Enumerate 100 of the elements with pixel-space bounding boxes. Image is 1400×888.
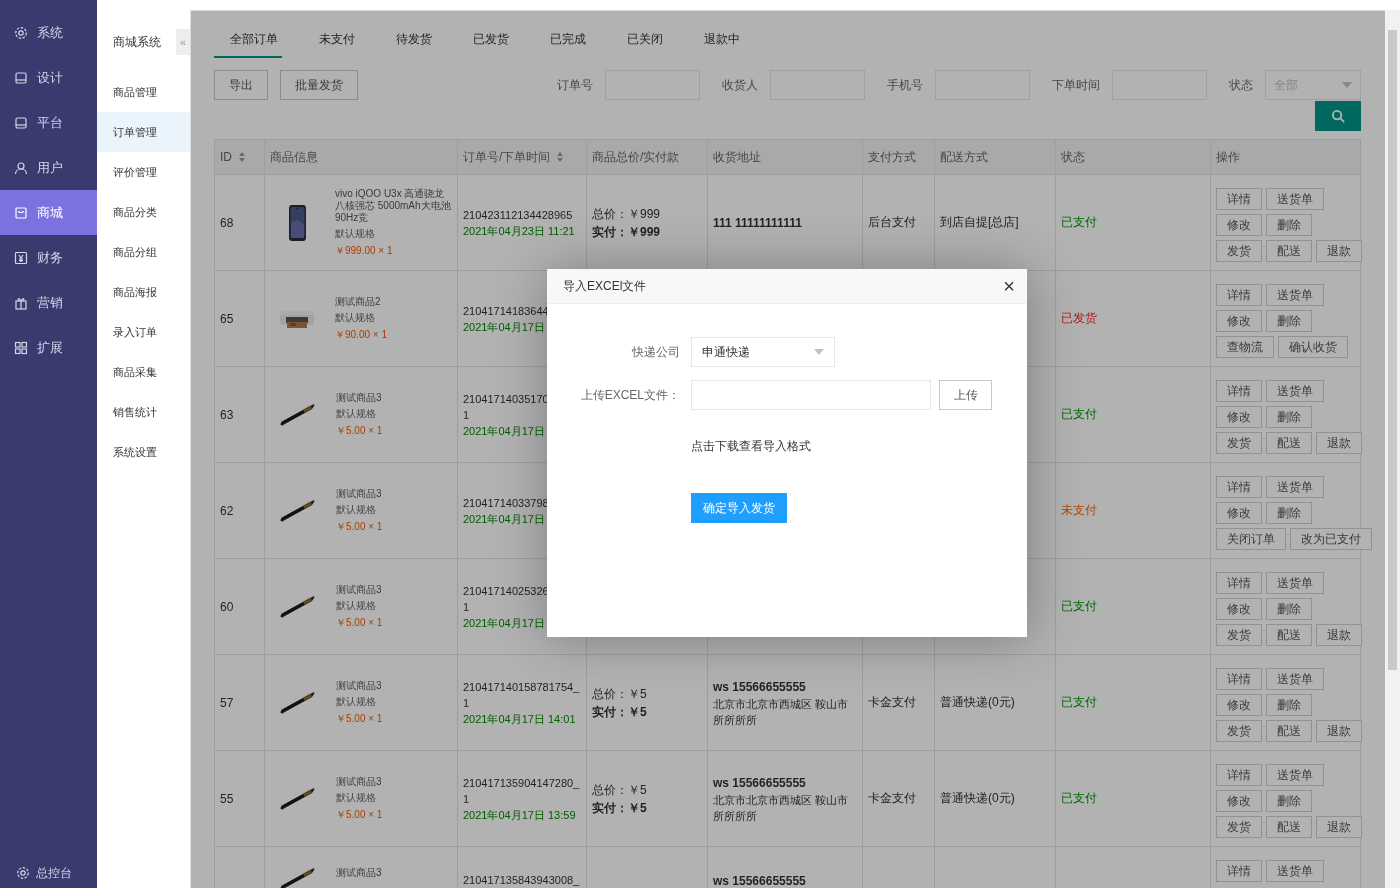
action-button[interactable]: 改为已支付 <box>1290 528 1372 550</box>
action-button[interactable]: 详情 <box>1216 572 1262 594</box>
receiver-contact: 111 11111111111 <box>713 214 802 232</box>
action-button[interactable]: 详情 <box>1216 668 1262 690</box>
sidebar-item[interactable]: 订单管理 <box>97 112 190 152</box>
close-button[interactable]: × <box>1003 276 1015 296</box>
toolbar-button[interactable]: 导出 <box>214 70 268 100</box>
action-button[interactable]: 送货单 <box>1266 476 1324 498</box>
sidebar-item[interactable]: 录入订单 <box>97 312 190 352</box>
action-button[interactable]: 详情 <box>1216 764 1262 786</box>
dashboard-link[interactable]: 总控台 <box>0 858 97 888</box>
action-button[interactable]: 修改 <box>1216 214 1262 236</box>
action-button[interactable]: 发货 <box>1216 816 1262 838</box>
action-button[interactable]: 修改 <box>1216 406 1262 428</box>
action-button[interactable]: 删除 <box>1266 406 1312 428</box>
action-button[interactable]: 修改 <box>1216 502 1262 524</box>
tab[interactable]: 已发货 <box>457 22 513 58</box>
header-cell[interactable]: ID <box>215 140 264 174</box>
action-button[interactable]: 退款 <box>1316 432 1362 454</box>
nav-item[interactable]: 系统 <box>0 10 97 55</box>
action-button[interactable]: 确认收货 <box>1278 336 1348 358</box>
action-button[interactable]: 详情 <box>1216 860 1262 882</box>
tab[interactable]: 全部订单 <box>214 22 282 58</box>
action-button[interactable]: 送货单 <box>1266 284 1324 306</box>
sidebar-item[interactable]: 系统设置 <box>97 432 190 472</box>
gift-icon <box>14 295 28 310</box>
nav-item[interactable]: 用户 <box>0 145 97 190</box>
sort-icon[interactable] <box>238 151 246 163</box>
tab[interactable]: 已完成 <box>534 22 590 58</box>
nav-item[interactable]: 设计 <box>0 55 97 100</box>
action-button[interactable]: 详情 <box>1216 284 1262 306</box>
action-button[interactable]: 删除 <box>1266 310 1312 332</box>
tab[interactable]: 已关闭 <box>611 22 667 58</box>
sidebar-item[interactable]: 商品采集 <box>97 352 190 392</box>
nav-item[interactable]: 财务 <box>0 235 97 280</box>
nav-item[interactable]: 商城 <box>0 190 97 235</box>
upload-button[interactable]: 上传 <box>939 380 992 410</box>
sort-icon[interactable] <box>556 151 565 163</box>
action-button[interactable]: 配送 <box>1266 432 1312 454</box>
action-button[interactable]: 删除 <box>1266 598 1312 620</box>
tab[interactable]: 未支付 <box>303 22 359 58</box>
template-link[interactable]: 点击下载查看导入格式 <box>691 438 1027 455</box>
sidebar-item[interactable]: 商品分组 <box>97 232 190 272</box>
action-button[interactable]: 配送 <box>1266 816 1312 838</box>
product-price: ￥5.00 × 1 <box>336 807 383 822</box>
sidebar-item[interactable]: 销售统计 <box>97 392 190 432</box>
order-number: 1 <box>463 791 470 807</box>
nav-item[interactable]: 扩展 <box>0 325 97 370</box>
action-button[interactable]: 删除 <box>1266 694 1312 716</box>
action-button[interactable]: 送货单 <box>1266 188 1324 210</box>
sidebar-item[interactable]: 商品管理 <box>97 72 190 112</box>
file-field[interactable] <box>691 380 931 410</box>
header-cell[interactable]: 订单号/下单时间 <box>457 140 586 174</box>
action-button[interactable]: 退款 <box>1316 720 1362 742</box>
nav-item[interactable]: 营销 <box>0 280 97 325</box>
scrollbar[interactable] <box>1385 10 1400 888</box>
product-price: ￥5.00 × 1 <box>336 711 383 726</box>
action-button[interactable]: 删除 <box>1266 214 1312 236</box>
action-button[interactable]: 修改 <box>1216 598 1262 620</box>
settings-icon <box>14 25 28 40</box>
sidebar-title: 商城系统 <box>113 33 161 51</box>
sidebar-item[interactable]: 商品海报 <box>97 272 190 312</box>
action-button[interactable]: 删除 <box>1266 502 1312 524</box>
action-button[interactable]: 发货 <box>1216 720 1262 742</box>
action-button[interactable]: 修改 <box>1216 694 1262 716</box>
action-button[interactable]: 送货单 <box>1266 668 1324 690</box>
product-price: ￥5.00 × 1 <box>336 519 383 534</box>
action-button[interactable]: 详情 <box>1216 188 1262 210</box>
action-button[interactable]: 详情 <box>1216 476 1262 498</box>
action-button[interactable]: 删除 <box>1266 790 1312 812</box>
action-button[interactable]: 发货 <box>1216 432 1262 454</box>
action-button[interactable]: 退款 <box>1316 816 1362 838</box>
id-cell: 68 <box>220 215 234 230</box>
action-button[interactable]: 发货 <box>1216 240 1262 262</box>
column-header: 收货地址 <box>713 148 761 166</box>
courier-select[interactable]: 申通快递 <box>691 337 835 367</box>
action-button[interactable]: 送货单 <box>1266 860 1324 882</box>
action-button[interactable]: 送货单 <box>1266 380 1324 402</box>
action-button[interactable]: 配送 <box>1266 624 1312 646</box>
nav-item[interactable]: 平台 <box>0 100 97 145</box>
action-button[interactable]: 查物流 <box>1216 336 1274 358</box>
action-button[interactable]: 送货单 <box>1266 572 1324 594</box>
sidebar-item[interactable]: 评价管理 <box>97 152 190 192</box>
product-spec: 默认规格 <box>336 406 377 421</box>
action-button[interactable]: 关闭订单 <box>1216 528 1286 550</box>
action-button[interactable]: 发货 <box>1216 624 1262 646</box>
action-button[interactable]: 详情 <box>1216 380 1262 402</box>
id-cell: 60 <box>220 599 234 614</box>
search-button[interactable] <box>1315 101 1361 131</box>
action-button[interactable]: 修改 <box>1216 310 1262 332</box>
tab[interactable]: 退款中 <box>688 22 744 58</box>
action-button[interactable]: 送货单 <box>1266 764 1324 786</box>
sidebar-item[interactable]: 商品分类 <box>97 192 190 232</box>
tab[interactable]: 待发货 <box>380 22 436 58</box>
action-button[interactable]: 修改 <box>1216 790 1262 812</box>
action-button[interactable]: 配送 <box>1266 240 1312 262</box>
toolbar-button[interactable]: 批量发货 <box>280 70 358 100</box>
action-button[interactable]: 退款 <box>1316 624 1362 646</box>
action-button[interactable]: 配送 <box>1266 720 1312 742</box>
action-button[interactable]: 退款 <box>1316 240 1362 262</box>
